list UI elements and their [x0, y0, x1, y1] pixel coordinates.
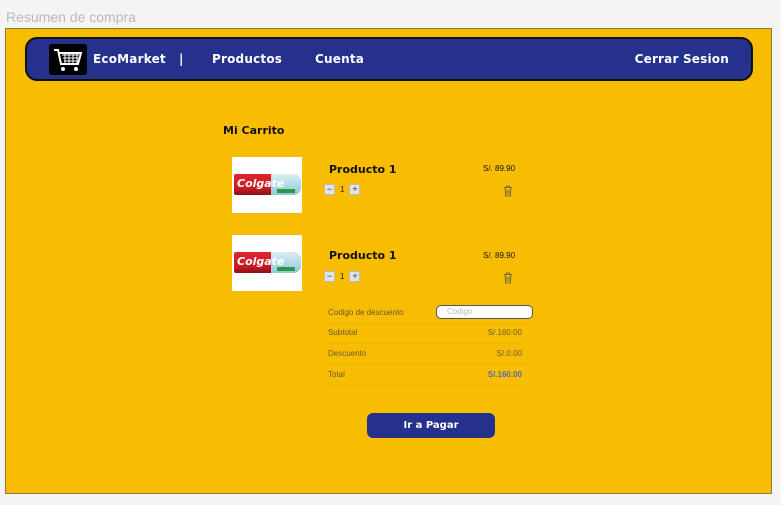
product-image-brand: Colgate: [237, 255, 285, 268]
window-title: Resumen de compra: [6, 9, 136, 25]
quantity-stepper: − 1 +: [324, 184, 361, 195]
total-label: Total: [328, 370, 345, 379]
quantity-value: 1: [340, 272, 345, 281]
quantity-stepper: − 1 +: [324, 271, 361, 282]
nav-link-products[interactable]: Productos: [212, 52, 282, 66]
brand-name[interactable]: EcoMarket: [93, 52, 166, 66]
discount-code-row: Codigo de descuento Codigo: [326, 303, 533, 324]
increase-quantity-button[interactable]: +: [349, 271, 361, 282]
decrease-quantity-button[interactable]: −: [324, 271, 335, 282]
subtotal-label: Subtotal: [328, 328, 358, 337]
product-name: Producto 1: [329, 163, 397, 176]
cart-item: Colgate Producto 1 S/. 89.90 − 1 +: [232, 235, 532, 295]
trash-icon[interactable]: [503, 272, 513, 284]
product-image: Colgate: [232, 157, 302, 213]
increase-quantity-button[interactable]: +: [349, 184, 361, 195]
product-name: Producto 1: [329, 249, 397, 262]
subtotal-value: S/.160.00: [487, 328, 522, 337]
discount-label: Descuento: [328, 349, 367, 358]
cart-title: Mi Carrito: [223, 124, 285, 137]
shopping-cart-icon[interactable]: [49, 44, 87, 75]
discount-row: Descuento S/.0.00: [326, 344, 524, 365]
product-price: S/. 89.90: [483, 164, 516, 173]
discount-code-input[interactable]: Codigo: [436, 305, 533, 319]
quantity-value: 1: [340, 185, 345, 194]
nav-separator: |: [179, 52, 184, 66]
navbar: EcoMarket | Productos Cuenta Cerrar Sesi…: [25, 37, 753, 81]
trash-icon[interactable]: [503, 185, 513, 197]
subtotal-row: Subtotal S/.160.00: [326, 323, 524, 344]
total-row: Total S/.160.00: [326, 365, 524, 386]
nav-link-account[interactable]: Cuenta: [315, 52, 364, 66]
product-price: S/. 89.90: [483, 251, 516, 260]
app-frame: EcoMarket | Productos Cuenta Cerrar Sesi…: [5, 28, 772, 494]
pay-button[interactable]: Ir a Pagar: [367, 413, 495, 438]
total-value: S/.160.00: [487, 370, 522, 379]
decrease-quantity-button[interactable]: −: [324, 184, 335, 195]
logout-link[interactable]: Cerrar Sesion: [635, 52, 729, 66]
product-image: Colgate: [232, 235, 302, 291]
product-image-brand: Colgate: [237, 177, 285, 190]
discount-value: S/.0.00: [496, 349, 522, 358]
discount-code-label: Codigo de descuento: [328, 308, 404, 317]
cart-item: Colgate Producto 1 S/. 89.90 − 1 +: [232, 157, 532, 217]
